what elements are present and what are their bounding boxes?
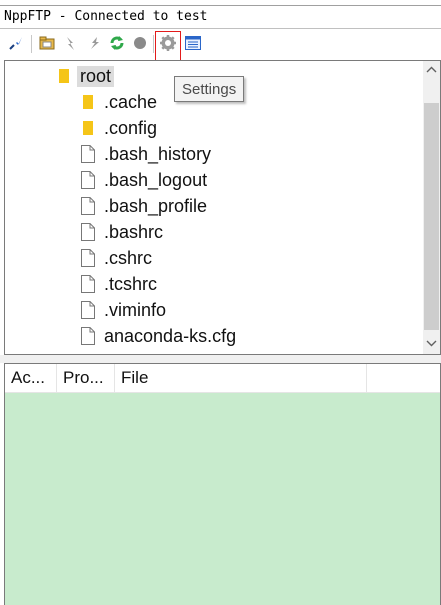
file-icon bbox=[79, 248, 97, 268]
file-icon bbox=[79, 144, 97, 164]
tree-item-label: root bbox=[77, 65, 115, 87]
tree-item-label: anaconda-ks.cfg bbox=[104, 325, 237, 346]
column-header-action[interactable]: Ac... bbox=[5, 364, 57, 392]
tree-item-file[interactable]: .cshrc bbox=[79, 246, 155, 270]
tree-item-file[interactable]: .tcshrc bbox=[79, 272, 160, 296]
toolbar-separator bbox=[31, 35, 32, 53]
settings-tooltip: Settings bbox=[174, 76, 245, 102]
file-icon bbox=[79, 170, 97, 190]
connect-icon[interactable] bbox=[6, 33, 26, 53]
title-bar: NppFTP - Connected to test bbox=[0, 5, 441, 29]
file-icon bbox=[79, 196, 97, 216]
tree-item-label: .viminfo bbox=[104, 299, 167, 320]
remote-file-tree[interactable]: root .cache .config .bash_history .bash_… bbox=[4, 60, 441, 355]
tree-item-label: .cache bbox=[104, 91, 158, 112]
file-icon bbox=[79, 274, 97, 294]
file-icon bbox=[79, 300, 97, 320]
tree-item-label: .bash_profile bbox=[104, 195, 208, 216]
window-title: NppFTP - Connected to test bbox=[4, 9, 208, 24]
scroll-up-icon[interactable] bbox=[423, 61, 440, 78]
folder-icon bbox=[79, 92, 97, 112]
toolbar-separator bbox=[153, 35, 154, 53]
folder-icon bbox=[55, 66, 73, 86]
tree-item-label: .bash_history bbox=[104, 143, 212, 164]
message-window-icon[interactable] bbox=[183, 33, 203, 53]
tree-item-file[interactable]: .bashrc bbox=[79, 220, 166, 244]
tree-item-label: .cshrc bbox=[104, 247, 153, 268]
tree-item-file[interactable]: .bash_profile bbox=[79, 194, 210, 218]
tree-item-folder[interactable]: .cache bbox=[79, 90, 160, 114]
tree-item-root[interactable]: root bbox=[55, 64, 115, 88]
column-header-file[interactable]: File bbox=[115, 364, 367, 392]
scrollbar-thumb[interactable] bbox=[424, 103, 439, 330]
tree-item-file[interactable]: .viminfo bbox=[79, 298, 169, 322]
tree-item-folder[interactable]: .config bbox=[79, 116, 160, 140]
settings-highlight-box bbox=[155, 31, 181, 63]
tree-item-file[interactable]: .bash_history bbox=[79, 142, 214, 166]
tree-item-label: .bashrc bbox=[104, 221, 164, 242]
folder-icon bbox=[79, 118, 97, 138]
download-icon[interactable] bbox=[61, 33, 81, 53]
toolbar bbox=[0, 29, 441, 61]
open-directory-icon[interactable] bbox=[37, 33, 57, 53]
tree-vertical-scrollbar[interactable] bbox=[423, 61, 440, 354]
file-icon bbox=[79, 326, 97, 346]
queue-header: Ac... Pro... File bbox=[5, 364, 440, 393]
scroll-down-icon[interactable] bbox=[423, 335, 440, 352]
upload-icon[interactable] bbox=[84, 33, 104, 53]
file-icon bbox=[79, 222, 97, 242]
tree-item-label: .config bbox=[104, 117, 158, 138]
tree-item-file[interactable]: .bash_logout bbox=[79, 168, 210, 192]
tree-item-label: .tcshrc bbox=[104, 273, 158, 294]
transfer-queue: Ac... Pro... File bbox=[4, 363, 441, 605]
refresh-icon[interactable] bbox=[107, 33, 127, 53]
tree-item-file[interactable]: anaconda-ks.cfg bbox=[79, 324, 239, 348]
pane-splitter[interactable] bbox=[0, 355, 441, 363]
abort-icon[interactable] bbox=[130, 33, 150, 53]
column-header-progress[interactable]: Pro... bbox=[57, 364, 115, 392]
tree-item-label: .bash_logout bbox=[104, 169, 208, 190]
